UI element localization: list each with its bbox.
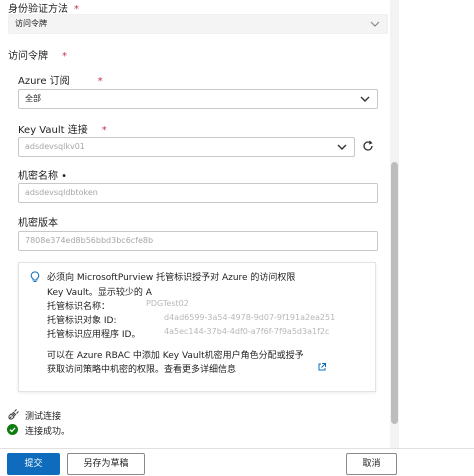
secret-name-label: 机密名称 • <box>18 171 68 182</box>
footer-divider <box>0 448 474 449</box>
subscription-select[interactable]: 全部 <box>18 89 378 109</box>
subscription-value: 全部 <box>25 94 41 103</box>
secret-version-value: 7808e374ed8b56bbd3bc6cfe8b <box>25 236 154 245</box>
keyvault-value: adsdevsqlkv01 <box>25 142 85 151</box>
chevron-down-icon <box>370 21 380 27</box>
submit-button[interactable]: 提交 <box>7 453 60 475</box>
keyvault-select[interactable]: adsdevsqlkv01 <box>18 137 355 157</box>
chevron-down-icon <box>360 96 370 102</box>
info-line-1: 必须向 MicrosoftPurview 托管标识授予对 Azure 的访问权限 <box>47 273 296 283</box>
secret-version-input[interactable]: 7808e374ed8b56bbd3bc6cfe8b <box>18 231 378 251</box>
external-link-icon[interactable] <box>317 362 327 372</box>
lightbulb-icon <box>30 271 40 282</box>
info-para-1: 可以在 Azure RBAC 中添加 Key Vault机密用户角色分配或授予 <box>47 351 304 361</box>
auth-method-select[interactable]: 访问令牌 <box>8 14 388 34</box>
info-box: 必须向 MicrosoftPurview 托管标识授予对 Azure 的访问权限… <box>18 262 376 392</box>
identity-name-label: 托管标识名称： <box>47 302 111 312</box>
secret-version-label: 机密版本 <box>18 218 58 229</box>
success-check-icon <box>7 424 18 435</box>
connection-status: 连接成功。 <box>25 427 71 437</box>
auth-method-label: 身份验证方法 * <box>8 4 79 15</box>
scrollbar-thumb[interactable] <box>391 162 398 424</box>
identity-app-label: 托管标识应用程序 ID。 <box>47 330 141 340</box>
save-draft-button[interactable]: 另存为草稿 <box>67 453 145 475</box>
auth-method-value: 访问令牌 <box>15 19 47 28</box>
info-para-2: 获取访问策略中机密的权限。查看更多详细信息 <box>47 365 237 375</box>
chevron-down-icon <box>337 144 347 150</box>
identity-object-label: 托管标识对象 ID: <box>47 316 117 326</box>
refresh-icon[interactable] <box>361 139 375 153</box>
plug-icon[interactable] <box>7 409 19 421</box>
identity-object-value: d4ad6599-3a54-4978-9d07-9f191a2ea251 <box>164 313 336 322</box>
test-connection-link[interactable]: 测试连接 <box>25 409 61 422</box>
secret-name-value: adsdevsqldbtoken <box>25 188 98 197</box>
access-token-label: 访问令牌 * <box>8 51 67 62</box>
secret-name-input[interactable]: adsdevsqldbtoken <box>18 183 378 203</box>
scrollbar[interactable] <box>390 0 399 448</box>
cancel-button[interactable]: 取消 <box>346 453 397 475</box>
keyvault-label: Key Vault 连接 * <box>18 125 107 136</box>
subscription-label: Azure 订阅 * <box>18 76 103 87</box>
identity-app-value: 4a5ec144-37b4-4df0-a7f6f-7f9a5d3a1f2c <box>164 327 330 336</box>
identity-name-value: PDGTest02 <box>146 299 189 308</box>
info-line-2: Key Vault。显示较少的 A <box>47 288 152 298</box>
